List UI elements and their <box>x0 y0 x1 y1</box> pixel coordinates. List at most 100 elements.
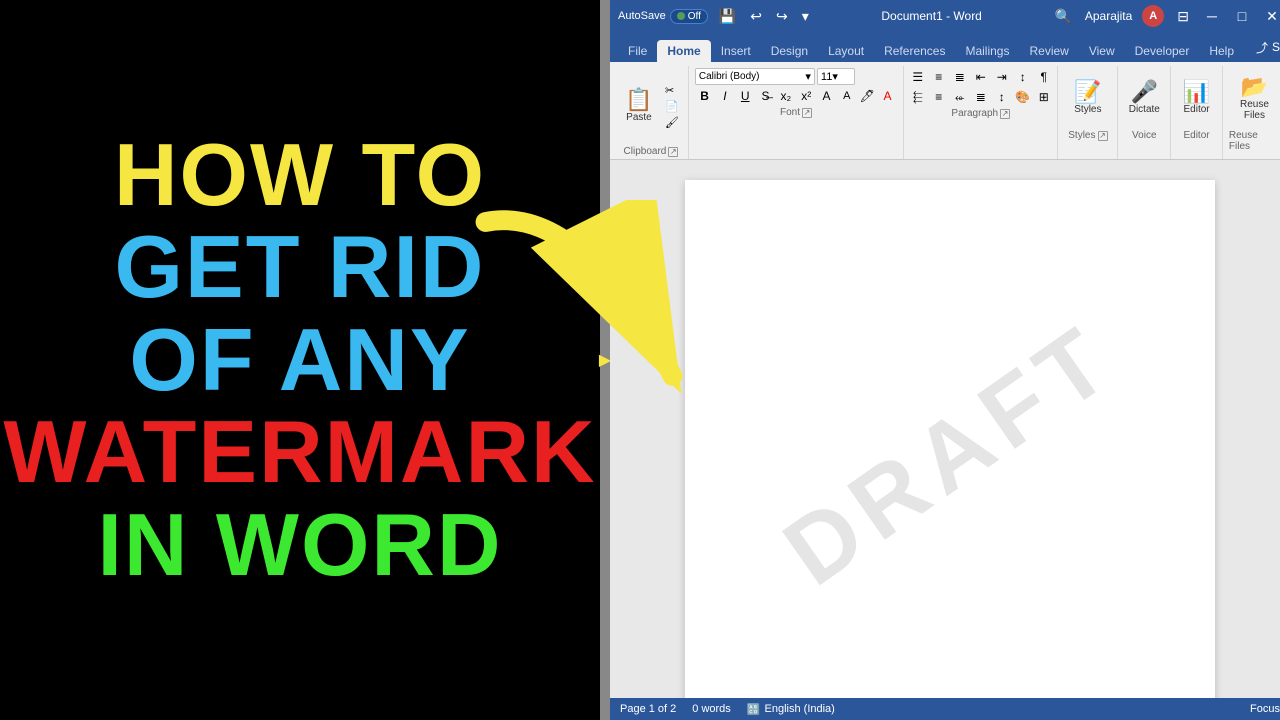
justify-button[interactable]: ≣ <box>971 88 991 106</box>
bullets-button[interactable]: ☰ <box>908 68 928 86</box>
word-count-label: 0 words <box>692 703 731 715</box>
microphone-icon: 🎤 <box>1131 81 1158 103</box>
minimize-button[interactable]: ─ <box>1202 6 1222 26</box>
text-color-button[interactable]: A <box>837 87 856 105</box>
status-bar: Page 1 of 2 0 words 🔠 English (India) Fo… <box>610 698 1280 720</box>
format-painter-button[interactable]: 🖌 <box>661 115 683 130</box>
panel-separator <box>600 0 610 720</box>
language: 🔠 English (India) <box>747 703 835 716</box>
thumbnail-line3: OF ANY <box>129 314 470 406</box>
styles-icon: 📝 <box>1074 81 1101 103</box>
tab-developer[interactable]: Developer <box>1125 40 1200 62</box>
font-group: Calibri (Body) ▾ 11 ▾ B I U S̶ x₂ x² A <box>689 66 904 159</box>
maximize-button[interactable]: □ <box>1232 6 1252 26</box>
cut-icon: ✂ <box>665 84 674 97</box>
save-icon[interactable]: 💾 <box>716 6 739 27</box>
align-left-button[interactable]: ⬱ <box>908 88 928 106</box>
clipboard-small-group: ✂ 📄 🖌 <box>661 83 683 130</box>
document-area: DRAFT <box>610 160 1280 698</box>
tab-references[interactable]: References <box>874 40 955 62</box>
font-label: Font ↗ <box>780 107 812 118</box>
font-size-dropdown-icon: ▾ <box>832 70 838 83</box>
numbering-button[interactable]: ≡ <box>929 68 949 86</box>
format-painter-icon: 🖌 <box>665 116 679 129</box>
focus-label[interactable]: Focus <box>1250 703 1280 715</box>
word-panel: AutoSave Off 💾 ↩ ↪ ▾ Document1 - Word 🔍 … <box>610 0 1280 720</box>
ribbon-tabs: File Home Insert Design Layout Reference… <box>610 32 1280 62</box>
styles-button[interactable]: 📝 Styles <box>1068 68 1108 128</box>
editor-label: Editor <box>1183 104 1209 115</box>
styles-group-label: Styles ↗ <box>1068 130 1107 141</box>
tab-review[interactable]: Review <box>1019 40 1078 62</box>
tab-layout[interactable]: Layout <box>818 40 874 62</box>
close-button[interactable]: ✕ <box>1262 6 1280 26</box>
sort-button[interactable]: ↕ <box>1013 68 1033 86</box>
tab-mailings[interactable]: Mailings <box>955 40 1019 62</box>
paragraph-group: ☰ ≡ ≣ ⇤ ⇥ ↕ ¶ ⬱ ≡ ⬰ ≣ ↕ 🎨 ⊞ <box>904 66 1058 159</box>
paragraph-expand[interactable]: ↗ <box>1000 109 1010 119</box>
spell-check-icon: 🔠 <box>747 703 761 716</box>
font-name-selector[interactable]: Calibri (Body) ▾ <box>695 68 815 85</box>
superscript-button[interactable]: x² <box>797 87 816 105</box>
language-label: English (India) <box>765 703 835 715</box>
align-right-button[interactable]: ⬰ <box>950 88 970 106</box>
tab-help[interactable]: Help <box>1199 40 1244 62</box>
user-avatar[interactable]: A <box>1142 5 1164 27</box>
underline-button[interactable]: U <box>736 87 755 105</box>
editor-group-label: Editor <box>1183 130 1209 141</box>
strikethrough-button[interactable]: S̶ <box>756 87 775 105</box>
cut-button[interactable]: ✂ <box>661 83 683 98</box>
align-row: ⬱ ≡ ⬰ ≣ ↕ 🎨 ⊞ <box>908 88 1054 106</box>
clipboard-content: 📋 Paste ✂ 📄 🖌 <box>619 68 683 144</box>
font-color-button[interactable]: A <box>878 87 897 105</box>
tab-insert[interactable]: Insert <box>711 40 761 62</box>
show-marks-button[interactable]: ¶ <box>1034 68 1054 86</box>
clipboard-expand[interactable]: ↗ <box>668 147 678 157</box>
thumbnail-line1: HOW TO <box>114 129 486 221</box>
tab-file[interactable]: File <box>618 40 657 62</box>
highlight-button[interactable]: 🖊 <box>858 87 877 105</box>
clear-format-button[interactable]: A <box>817 87 836 105</box>
styles-expand[interactable]: ↗ <box>1098 131 1108 141</box>
subscript-button[interactable]: x₂ <box>776 87 795 105</box>
share-button[interactable]: ⤴ Share <box>1244 35 1280 60</box>
undo-icon[interactable]: ↩ <box>747 6 765 27</box>
page-info: Page 1 of 2 <box>620 703 676 715</box>
font-expand[interactable]: ↗ <box>802 108 812 118</box>
customize-icon[interactable]: ▾ <box>799 6 812 27</box>
redo-icon[interactable]: ↪ <box>773 6 791 27</box>
tab-view[interactable]: View <box>1079 40 1125 62</box>
line-spacing-button[interactable]: ↕ <box>992 88 1012 106</box>
dictate-button[interactable]: 🎤 Dictate <box>1124 68 1165 128</box>
multilevel-button[interactable]: ≣ <box>950 68 970 86</box>
ribbon-display-icon[interactable]: ⊟ <box>1174 6 1192 27</box>
paste-label: Paste <box>626 112 652 123</box>
font-size-selector[interactable]: 11 ▾ <box>817 68 855 85</box>
italic-button[interactable]: I <box>715 87 734 105</box>
copy-button[interactable]: 📄 <box>661 99 683 114</box>
paste-button[interactable]: 📋 Paste <box>619 76 659 136</box>
font-controls: Calibri (Body) ▾ 11 ▾ B I U S̶ x₂ x² A <box>695 68 897 105</box>
editor-button[interactable]: 📊 Editor <box>1177 68 1217 128</box>
shading-button[interactable]: 🎨 <box>1013 88 1033 106</box>
autosave-indicator: AutoSave Off <box>618 9 708 24</box>
clipboard-group: 📋 Paste ✂ 📄 🖌 Clipboard ↗ <box>614 66 689 159</box>
tab-design[interactable]: Design <box>761 40 818 62</box>
clipboard-label: Clipboard ↗ <box>624 146 679 157</box>
paragraph-controls: ☰ ≡ ≣ ⇤ ⇥ ↕ ¶ ⬱ ≡ ⬰ ≣ ↕ 🎨 ⊞ <box>908 68 1054 106</box>
borders-button[interactable]: ⊞ <box>1034 88 1054 106</box>
editor-group: 📊 Editor Editor <box>1171 66 1223 159</box>
paste-icon: 📋 <box>625 89 652 111</box>
title-bar: AutoSave Off 💾 ↩ ↪ ▾ Document1 - Word 🔍 … <box>610 0 1280 32</box>
align-center-button[interactable]: ≡ <box>929 88 949 106</box>
styles-label: Styles <box>1074 104 1101 115</box>
search-icon[interactable]: 🔍 <box>1051 6 1074 27</box>
voice-group: 🎤 Dictate Voice <box>1118 66 1171 159</box>
tab-home[interactable]: Home <box>657 40 710 62</box>
autosave-toggle[interactable]: Off <box>670 9 708 24</box>
decrease-indent-button[interactable]: ⇤ <box>971 68 991 86</box>
reuse-files-button[interactable]: 📂 ReuseFiles <box>1234 68 1274 128</box>
increase-indent-button[interactable]: ⇥ <box>992 68 1012 86</box>
document-page[interactable]: DRAFT <box>685 180 1215 698</box>
bold-button[interactable]: B <box>695 87 714 105</box>
